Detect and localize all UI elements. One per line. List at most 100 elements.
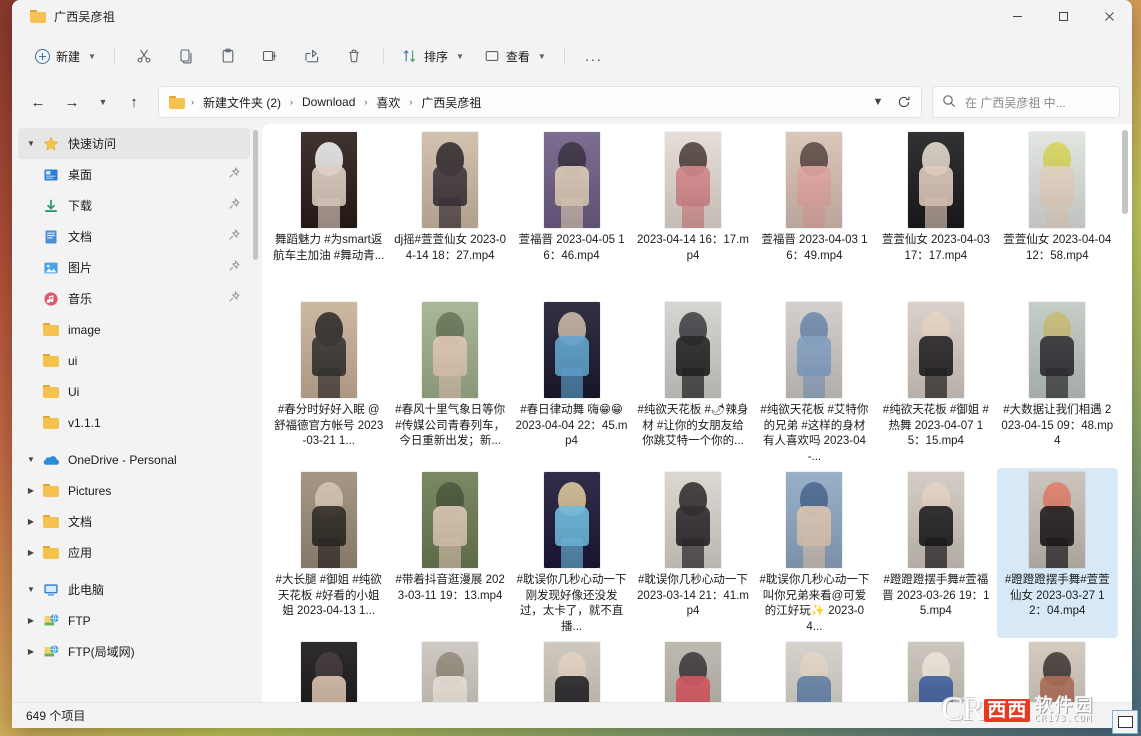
file-tile[interactable]: #纯欲天花板 #御姐 #热舞 2023-04-07 15：15.mp4 <box>875 298 996 468</box>
chevron-right-icon[interactable]: ▶ <box>20 548 42 557</box>
view-button[interactable]: 查看 ▼ <box>475 40 555 72</box>
file-tile[interactable]: #大长腿 #御姐 #纯欲天花板 #好看的小姐姐 2023-04-13 1... <box>268 468 389 638</box>
file-tile[interactable]: #带着抖音逛漫展 2023-03-11 19：13.mp4 <box>389 468 510 638</box>
chevron-right-icon[interactable]: ▶ <box>20 517 42 526</box>
breadcrumb[interactable]: › 新建文件夹 (2) › Download › 喜欢 › 广西吴彦祖 ▼ <box>158 86 922 118</box>
more-options-button[interactable]: ... <box>574 40 614 72</box>
file-tile[interactable]: 萱福晋 2023-04-03 16：49.mp4 <box>754 128 875 298</box>
navigation-pane[interactable]: ▼ 快速访问 桌面 下载 文档 图片 音乐 image ui Ui v1.1.1… <box>12 124 260 702</box>
sort-button[interactable]: 排序 ▼ <box>393 40 473 72</box>
refresh-icon[interactable] <box>891 89 917 115</box>
cut-button[interactable] <box>124 40 164 72</box>
maximize-button[interactable] <box>1040 0 1086 32</box>
chevron-right-icon[interactable]: ▶ <box>20 486 42 495</box>
share-button[interactable] <box>292 40 332 72</box>
pin-icon[interactable] <box>228 259 240 277</box>
file-tile[interactable]: 萱萱仙女 2023-04-03 17：17.mp4 <box>875 128 996 298</box>
chevron-right-icon[interactable]: ▶ <box>20 616 42 625</box>
file-list-pane[interactable]: 舞蹈魅力 #为smart返航车主加油 #舞动青... dj摇#萱萱仙女 2023-… <box>262 124 1132 702</box>
sidebar-item-documents-onedrive[interactable]: ▶ 文档 <box>18 506 250 537</box>
file-tile[interactable]: #纯欲天花板 #🌶辣身材 #让你的女朋友给你跳艾特一个你的... <box>632 298 753 468</box>
pin-icon[interactable] <box>228 228 240 246</box>
close-button[interactable] <box>1086 0 1132 32</box>
file-tile[interactable]: #动感dj摇#萱萱仙女 2023-03-23 19：22.mp4 <box>754 638 875 702</box>
chevron-down-icon[interactable]: ▼ <box>20 455 42 464</box>
breadcrumb-item-1[interactable]: Download <box>297 92 360 112</box>
sidebar-item-pictures[interactable]: 图片 <box>18 252 250 283</box>
sidebar-item-desktop[interactable]: 桌面 <box>18 159 250 190</box>
chevron-right-icon[interactable]: ▶ <box>20 647 42 656</box>
music-icon <box>42 290 60 308</box>
file-tile[interactable]: #蹬蹬蹬摆手舞#萱福晋 2023-03-26 19：15.mp4 <box>875 468 996 638</box>
sidebar-item-label: FTP <box>68 613 91 628</box>
address-dropdown-icon[interactable]: ▼ <box>865 89 891 115</box>
delete-button[interactable] <box>334 40 374 72</box>
sidebar-item-ui-upper[interactable]: Ui <box>18 376 250 407</box>
file-tile[interactable]: #耽误你几秒心动一下 叫你兄弟来看@可爱的江好玩✨ 2023-04... <box>754 468 875 638</box>
sidebar-item-v111[interactable]: v1.1.1 <box>18 407 250 438</box>
file-tile[interactable]: #耽误你几秒心动一下 2023-03-14 21：41.mp4 <box>632 468 753 638</box>
sidebar-scrollbar-thumb[interactable] <box>253 130 258 260</box>
sidebar-item-ui-lower[interactable]: ui <box>18 345 250 376</box>
rename-icon <box>262 48 278 64</box>
file-tile[interactable]: #春分时好好入眠 @舒福德官方帐号 2023-03-21 1... <box>268 298 389 468</box>
sidebar-item-downloads[interactable]: 下载 <box>18 190 250 221</box>
file-tile[interactable]: #动感dj摇#萱萱仙女 2023-03-22 16：33.mp4 <box>632 638 753 702</box>
file-tile[interactable]: 舞蹈魅力 #为smart返航车主加油 #舞动青... <box>268 128 389 298</box>
file-thumbnail <box>300 642 357 702</box>
search-input[interactable]: 在 广西吴彦祖 中... <box>932 86 1120 118</box>
chevron-down-icon[interactable]: ▼ <box>20 585 42 594</box>
minimize-button[interactable] <box>994 0 1040 32</box>
file-tile[interactable]: 萱福晋 2023-04-05 16：46.mp4 <box>511 128 632 298</box>
rename-button[interactable] <box>250 40 290 72</box>
recent-locations-button[interactable]: ▼ <box>90 86 116 118</box>
chevron-down-icon[interactable]: ▼ <box>20 139 42 148</box>
new-button[interactable]: 新建 ▼ <box>26 40 105 72</box>
breadcrumb-separator: › <box>364 97 368 107</box>
file-tile[interactable]: dj摇#萱萱仙女 2023-04-14 18：27.mp4 <box>389 128 510 298</box>
sidebar-item-ftp-lan[interactable]: ▶ FTP(局域网) <box>18 636 250 667</box>
file-tile[interactable]: #春风十里气象日等你 #传媒公司青春列车，今日重新出发；新... <box>389 298 510 468</box>
pin-icon[interactable] <box>228 197 240 215</box>
sidebar-item-label: FTP(局域网) <box>68 645 135 659</box>
sidebar-item-music[interactable]: 音乐 <box>18 283 250 314</box>
pin-icon[interactable] <box>228 290 240 308</box>
breadcrumb-item-3[interactable]: 广西吴彦祖 <box>416 91 486 114</box>
sidebar-group-onedrive[interactable]: ▼ OneDrive - Personal <box>18 444 250 475</box>
sidebar-item-ftp[interactable]: ▶ FTP <box>18 605 250 636</box>
file-tile[interactable]: #动感dj摇#萱福晋 2023-03-22 16：22.mp4 <box>511 638 632 702</box>
breadcrumb-item-0[interactable]: 新建文件夹 (2) <box>198 91 286 114</box>
sidebar-group-this-pc[interactable]: ▼ 此电脑 <box>18 574 250 605</box>
file-tile[interactable]: #春日律动舞 嗨😁😁 2023-04-04 22：45.mp4 <box>511 298 632 468</box>
file-thumbnail <box>300 302 357 398</box>
file-thumbnail <box>1029 132 1086 228</box>
file-tile[interactable]: #蹬蹬蹬摆手舞#萱萱仙女 2023-03-27 12：04.mp4 <box>996 468 1118 638</box>
content-scrollbar-thumb[interactable] <box>1122 130 1128 214</box>
file-tile[interactable]: #东北甜妹 #您有个宝贝请签收 2023-04-15 17：09.mp4 <box>389 638 510 702</box>
up-button[interactable]: ↑ <box>118 86 150 118</box>
file-thumbnail <box>300 472 357 568</box>
file-tile[interactable]: #耽误你几秒心动一下 刚发现好像还没发过，太卡了，就不直播... <box>511 468 632 638</box>
sidebar-item-documents[interactable]: 文档 <box>18 221 250 252</box>
back-button[interactable]: ← <box>22 86 54 118</box>
file-tile[interactable]: #大数据让我们相遇 2023-04-15 09：48.mp4 <box>997 298 1118 468</box>
file-tile[interactable]: #电摇 2023-04-06 17：50.mp4 <box>268 638 389 702</box>
forward-button[interactable]: → <box>56 86 88 118</box>
sidebar-item-pictures-onedrive[interactable]: ▶ Pictures <box>18 475 250 506</box>
folder-icon <box>169 95 185 109</box>
file-thumbnail <box>422 302 479 398</box>
pin-icon[interactable] <box>228 166 240 184</box>
sidebar-group-quick-access[interactable]: ▼ 快速访问 <box>18 128 250 159</box>
sidebar-item-label: v1.1.1 <box>68 415 101 430</box>
breadcrumb-item-2[interactable]: 喜欢 <box>371 91 405 114</box>
paste-button[interactable] <box>208 40 248 72</box>
sidebar-item-image[interactable]: image <box>18 314 250 345</box>
file-tile[interactable]: #动感卡点慢摇#萱萱仙女 2023-03-22 16：12.mp4 <box>875 638 996 702</box>
copy-button[interactable] <box>166 40 206 72</box>
file-tile[interactable]: 2023-04-14 16：17.mp4 <box>632 128 753 298</box>
file-tile[interactable]: #动感蛮腰卡点#萱福晋 2023-03-18 14：02.mp4 <box>997 638 1118 702</box>
file-thumbnail <box>543 472 600 568</box>
sidebar-item-apps-onedrive[interactable]: ▶ 应用 <box>18 537 250 568</box>
file-tile[interactable]: #纯欲天花板 #艾特你的兄弟 #这样的身材有人喜欢吗 2023-04-... <box>754 298 875 468</box>
file-tile[interactable]: 萱萱仙女 2023-04-04 12：58.mp4 <box>997 128 1118 298</box>
